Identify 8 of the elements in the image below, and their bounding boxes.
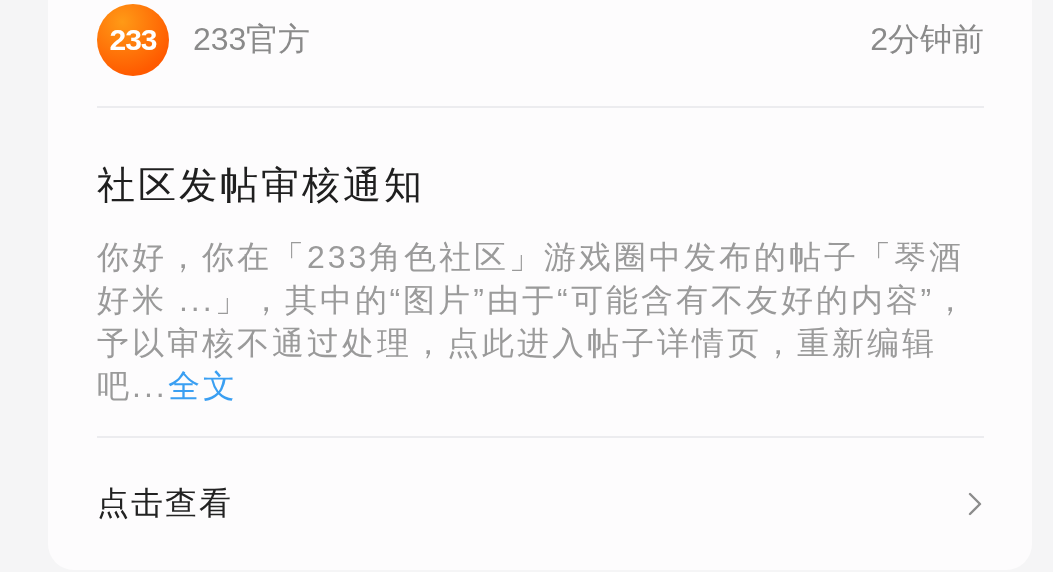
chevron-right-icon [968, 492, 982, 516]
timestamp: 2分钟前 [870, 20, 984, 59]
view-label[interactable]: 点击查看 [97, 482, 233, 526]
sender-name: 233官方 [193, 20, 311, 59]
notice-text: 你好，你在「233角色社区」游戏圈中发布的帖子「琴酒好米 ...」，其中的“图片”由于“可能含有不友好的内容”，予以审核不通过处理，点此进入帖子详情页，重新编辑吧...全文 [97, 238, 971, 406]
logo: 233 [97, 4, 169, 76]
view-row[interactable]: 点击查看 [97, 438, 984, 570]
notice-title: 社区发帖审核通知 [97, 163, 426, 208]
